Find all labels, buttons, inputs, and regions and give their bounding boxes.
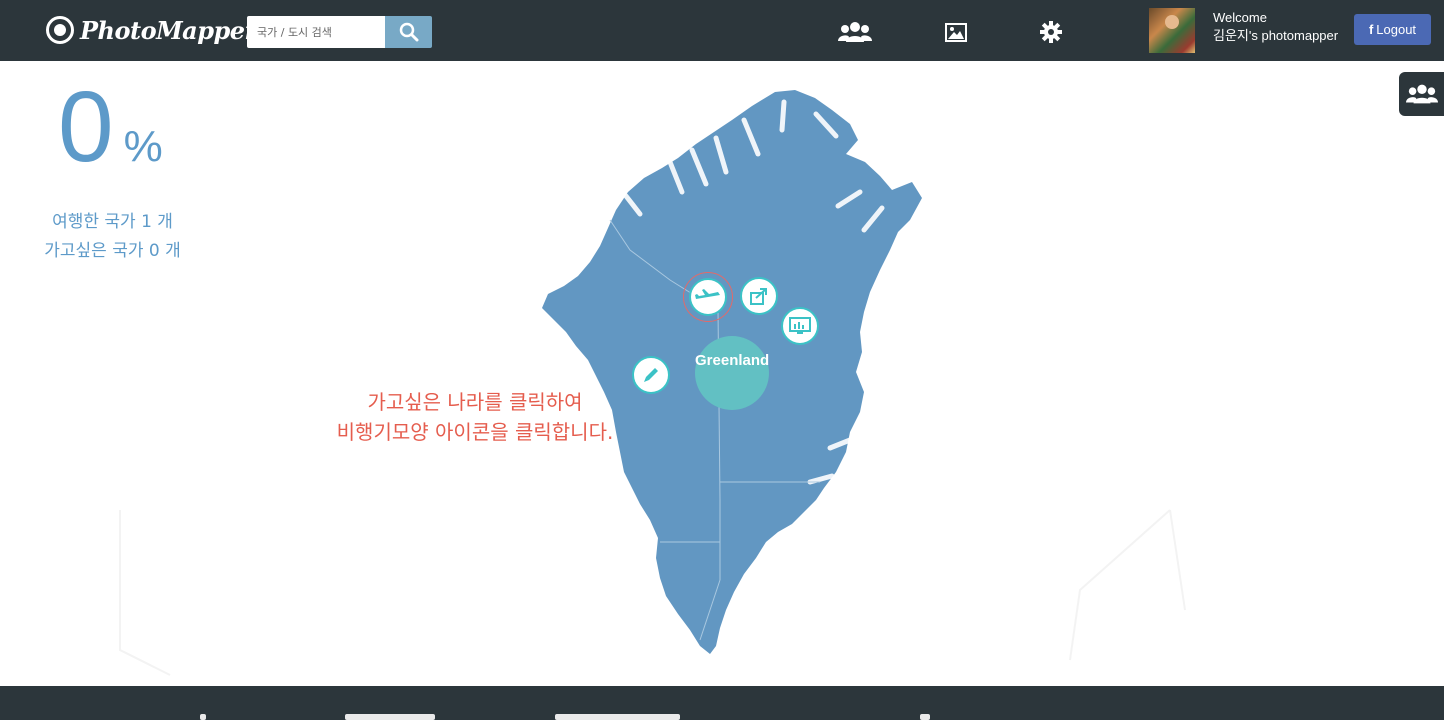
photo-icon xyxy=(945,22,967,42)
app-name: PhotoMapper xyxy=(80,15,257,45)
country-label: Greenland xyxy=(695,352,770,369)
facebook-icon: f xyxy=(1368,22,1374,37)
friends-nav-button[interactable] xyxy=(838,18,872,46)
percentage-sign: % xyxy=(123,122,163,171)
wish-countries-count: 가고싶은 국가 0 개 xyxy=(44,241,181,261)
friends-side-tab[interactable] xyxy=(1399,72,1444,116)
country-stats: 여행한 국가 1 개 가고싶은 국가 0 개 xyxy=(30,208,195,266)
settings-nav-button[interactable] xyxy=(1039,18,1063,46)
photos-nav-button[interactable] xyxy=(944,18,968,46)
decorative-ghost-shape xyxy=(1069,509,1186,661)
decorative-ghost-shape xyxy=(119,510,171,676)
welcome-text: Welcome 김운지's photomapper xyxy=(1213,9,1338,45)
wish-airplane-button[interactable] xyxy=(689,278,727,316)
percentage-value: 0 xyxy=(58,71,114,183)
travel-percentage: 0% xyxy=(58,72,163,182)
visited-countries-count: 여행한 국가 1 개 xyxy=(52,212,173,232)
friends-icon xyxy=(838,22,872,42)
logout-button[interactable]: f Logout xyxy=(1354,14,1431,45)
user-name: 김운지's photomapper xyxy=(1213,28,1339,43)
welcome-label: Welcome xyxy=(1213,10,1267,25)
logout-label: Logout xyxy=(1376,22,1417,37)
footer-item[interactable] xyxy=(345,714,435,720)
search-box xyxy=(247,16,432,48)
chart-icon xyxy=(789,317,811,334)
search-input[interactable] xyxy=(247,16,385,48)
selected-country-bubble[interactable] xyxy=(695,336,769,410)
friends-icon xyxy=(1405,84,1438,104)
hint-line-1: 가고싶은 나라를 클릭하여 xyxy=(367,390,583,414)
footer-item[interactable] xyxy=(555,714,680,720)
app-logo[interactable]: PhotoMapper xyxy=(46,12,257,48)
search-button[interactable] xyxy=(385,16,432,48)
statistics-button[interactable] xyxy=(781,307,819,345)
pencil-icon xyxy=(644,368,658,382)
footer-bar xyxy=(0,686,1444,720)
share-icon xyxy=(750,288,767,305)
camera-aperture-icon xyxy=(46,16,74,44)
top-navbar: PhotoMapper 국가 / 도시 검색 Welcome 김운지's pho… xyxy=(0,0,1444,61)
gear-icon xyxy=(1040,21,1062,43)
footer-item[interactable] xyxy=(200,714,206,720)
footer-item[interactable] xyxy=(920,714,930,720)
airplane-icon xyxy=(695,289,720,299)
avatar[interactable] xyxy=(1149,8,1195,53)
search-icon xyxy=(399,22,418,42)
instruction-hint: 가고싶은 나라를 클릭하여 비행기모양 아이콘을 클릭합니다. xyxy=(320,387,630,447)
write-button[interactable] xyxy=(632,356,670,394)
share-button[interactable] xyxy=(740,277,778,315)
hint-line-2: 비행기모양 아이콘을 클릭합니다. xyxy=(336,420,614,444)
